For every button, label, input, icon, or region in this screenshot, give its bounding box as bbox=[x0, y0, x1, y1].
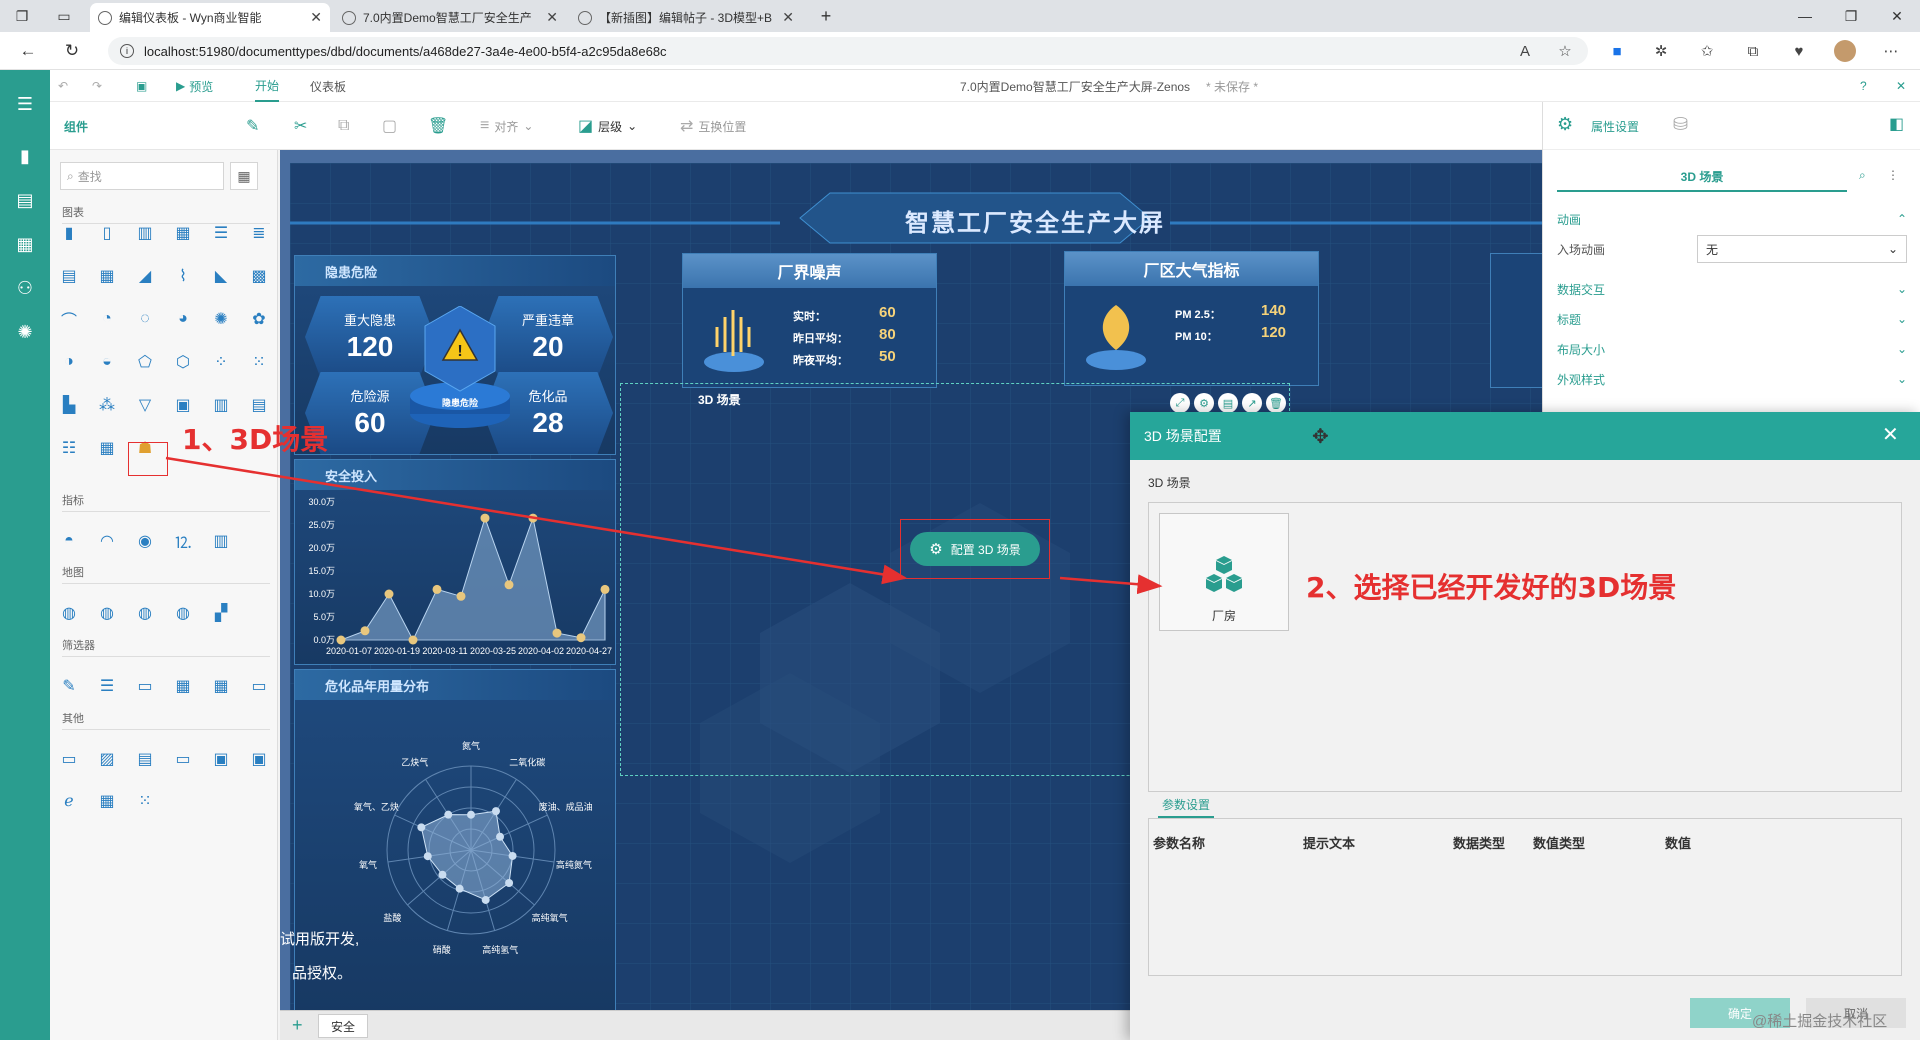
annotation-arrows bbox=[165, 456, 1163, 595]
annotation-step1: 1、3D场景 bbox=[182, 423, 329, 456]
site-watermark: @稀土掘金技术社区 bbox=[1752, 1013, 1888, 1030]
annotation-step2: 2、选择已经开发好的3D场景 bbox=[1306, 571, 1677, 604]
